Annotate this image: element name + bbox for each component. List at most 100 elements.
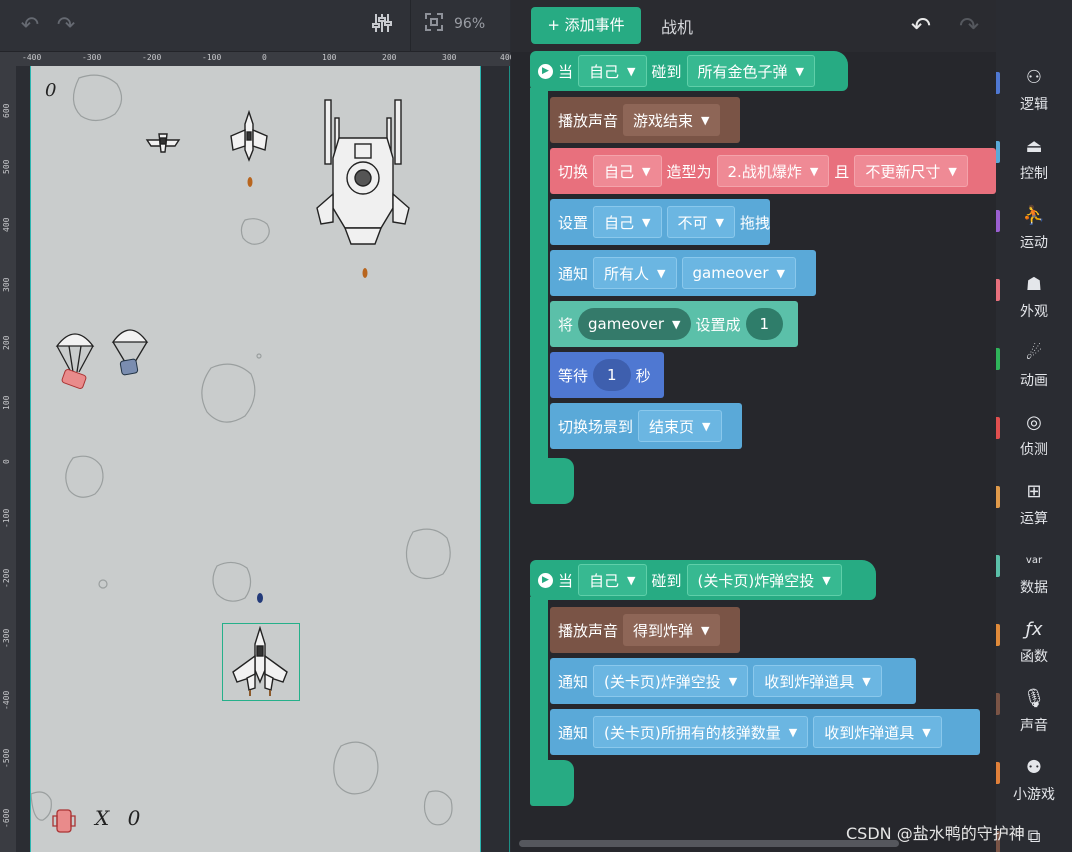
set-variable-block[interactable]: 将 gameover ▼ 设置成 1 [550,301,798,347]
category-animation[interactable]: ☄ 动画 [996,336,1072,405]
category-color-bar [996,348,1000,370]
message-dropdown[interactable]: 收到炸弹道具 ▼ [813,716,942,748]
gold-bullet-sprite [362,268,368,278]
player-fighter-sprite[interactable] [229,626,291,698]
block-label: 切换 [558,162,589,181]
zoom-level[interactable]: 96% [454,16,485,32]
parachute-supply-blue-sprite[interactable] [111,324,149,380]
wait-seconds-input[interactable]: 1 [593,359,631,391]
block-label: 秒 [635,366,651,385]
block-label: 拖拽 [739,213,770,232]
category-sensing[interactable]: ◎ 侦测 [996,405,1072,474]
looks-icon: ☗ [1025,274,1043,295]
category-label: 小游戏 [1013,787,1055,803]
wait-block[interactable]: 等待 1 秒 [550,352,664,398]
receiver-dropdown[interactable]: (关卡页)所拥有的核弹数量 ▼ [593,716,809,748]
category-function[interactable]: ƒx 函数 [996,612,1072,681]
play-sound-block[interactable]: 播放声音 得到炸弹 ▼ [550,607,740,653]
ruler-label: -100 [2,508,11,528]
self-dropdown[interactable]: 自己 ▼ [578,564,647,596]
set-draggable-block[interactable]: 设置 自己 ▼ 不可 ▼ 拖拽 [550,199,770,245]
ruler-label: 100 [2,395,11,410]
sound-dropdown[interactable]: 游戏结束 ▼ [623,104,720,136]
fit-screen-icon[interactable] [420,12,448,40]
sprite-name: 战机 [661,18,694,37]
category-label: 逻辑 [1020,97,1048,113]
small-enemy-plane-sprite[interactable] [145,130,181,156]
resize-dropdown[interactable]: 不更新尺寸 ▼ [854,155,968,187]
minigame-icon: ⚉ [1025,757,1043,778]
when-label: 当 [558,62,574,81]
category-motion[interactable]: ⛹ 运动 [996,198,1072,267]
event-spine [530,597,548,772]
notify-block[interactable]: 通知 (关卡页)所拥有的核弹数量 ▼ 收到炸弹道具 ▼ [550,709,980,755]
settings-sliders-icon[interactable] [368,12,396,40]
variable-dropdown[interactable]: gameover ▼ [578,308,691,340]
operator-icon: ⊞ [1026,481,1042,502]
block-label: 等待 [558,366,589,385]
category-color-bar [996,624,1000,646]
category-operator[interactable]: ⊞ 运算 [996,474,1072,543]
ruler-label: -400 [2,690,11,710]
category-data[interactable]: var 数据 [996,543,1072,612]
notify-block[interactable]: 通知 (关卡页)炸弹空投 ▼ 收到炸弹道具 ▼ [550,658,916,704]
switch-costume-block[interactable]: 切换 自己 ▼ 造型为 2.战机爆炸 ▼ 且 不更新尺寸 ▼ [550,148,996,194]
code-undo-icon[interactable]: ↶ [911,12,931,40]
target-dropdown[interactable]: 所有金色子弹 ▼ [686,55,815,87]
boss-enemy-sprite[interactable] [315,98,411,248]
code-redo-icon[interactable]: ↷ [959,12,979,40]
category-sound[interactable]: 🎙 声音 [996,681,1072,750]
ruler-label: -200 [2,568,11,588]
event-spine [530,88,548,468]
message-dropdown[interactable]: gameover ▼ [681,257,796,289]
category-control[interactable]: ⏏ 控制 [996,129,1072,198]
receiver-dropdown[interactable]: 所有人 ▼ [593,257,677,289]
category-label: 声音 [1020,718,1048,734]
scene-dropdown[interactable]: 结束页 ▼ [638,410,722,442]
touch-label: 碰到 [651,62,682,81]
self-dropdown[interactable]: 自己 ▼ [593,206,662,238]
play-icon[interactable]: ▶ [538,572,553,588]
play-sound-block[interactable]: 播放声音 游戏结束 ▼ [550,97,740,143]
when-label: 当 [558,571,574,590]
add-event-button[interactable]: + 添加事件 [531,7,641,44]
horizontal-ruler: -400 -300 -200 -100 0 100 200 300 400 [0,52,514,66]
category-color-bar [996,417,1000,439]
event-hat-touch-bomb-drop[interactable]: ▶ 当 自己 ▼ 碰到 (关卡页)炸弹空投 ▼ [530,560,876,600]
switch-scene-block[interactable]: 切换场景到 结束页 ▼ [550,403,742,449]
code-horizontal-scrollbar[interactable] [519,840,899,847]
self-dropdown[interactable]: 自己 ▼ [593,155,662,187]
undo-icon[interactable]: ↶ [16,12,44,40]
medium-enemy-plane-sprite[interactable] [227,110,271,166]
block-label: 播放声音 [558,621,619,640]
draggable-dropdown[interactable]: 不可 ▼ [666,206,735,238]
self-dropdown[interactable]: 自己 ▼ [578,55,647,87]
category-color-bar [996,486,1000,508]
block-label: 设置 [558,213,589,232]
category-minigame[interactable]: ⚉ 小游戏 [996,750,1072,819]
logic-icon: ⚇ [1025,67,1043,88]
game-stage[interactable]: 0 X 0 [30,66,481,852]
category-label: 动画 [1020,373,1048,389]
parachute-supply-red-sprite[interactable] [55,328,95,394]
play-icon[interactable]: ▶ [538,63,553,79]
event-hat-touch-gold-bullet[interactable]: ▶ 当 自己 ▼ 碰到 所有金色子弹 ▼ [530,51,848,91]
variable-value-input[interactable]: 1 [745,308,784,340]
ruler-label: 600 [2,103,11,118]
notify-block[interactable]: 通知 所有人 ▼ gameover ▼ [550,250,816,296]
message-dropdown[interactable]: 收到炸弹道具 ▼ [753,665,882,697]
category-looks[interactable]: ☗ 外观 [996,267,1072,336]
sound-icon: 🎙 [1022,688,1046,709]
sensing-icon: ◎ [1026,412,1042,433]
touch-label: 碰到 [651,571,682,590]
ruler-label: 200 [2,335,11,350]
category-label: 外观 [1020,304,1048,320]
category-logic[interactable]: ⚇ 逻辑 [996,60,1072,129]
sound-dropdown[interactable]: 得到炸弹 ▼ [623,614,720,646]
redo-icon[interactable]: ↷ [52,12,80,40]
blue-bullet-sprite [257,593,263,603]
ruler-label: 300 [2,277,11,292]
target-dropdown[interactable]: (关卡页)炸弹空投 ▼ [686,564,842,596]
costume-dropdown[interactable]: 2.战机爆炸 ▼ [716,155,830,187]
receiver-dropdown[interactable]: (关卡页)炸弹空投 ▼ [593,665,749,697]
